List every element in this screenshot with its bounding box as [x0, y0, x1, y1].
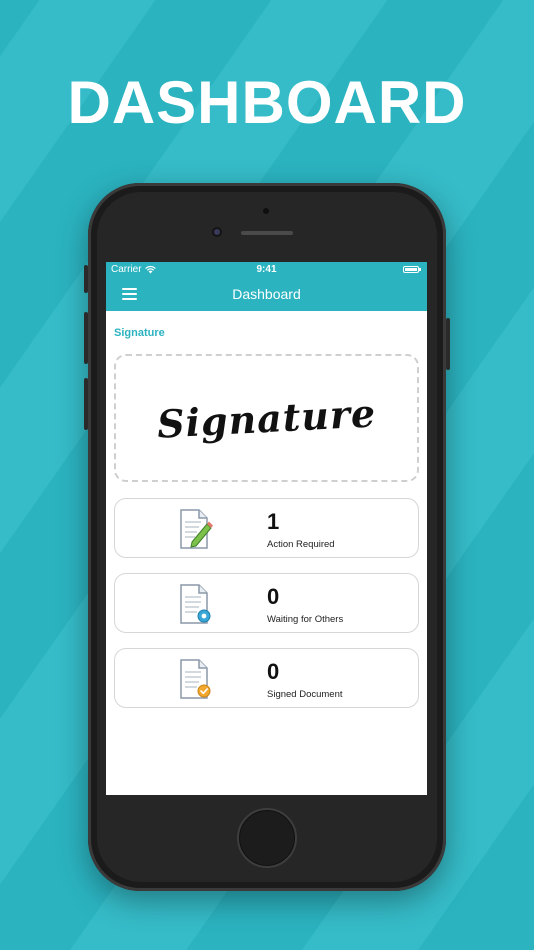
mute-switch — [84, 265, 88, 293]
volume-down-button — [84, 378, 88, 430]
proximity-sensor — [263, 208, 269, 214]
document-gear-icon — [180, 584, 211, 624]
status-bar: Carrier 9:41 — [106, 262, 427, 278]
waiting-for-others-label: Waiting for Others — [267, 614, 344, 625]
action-required-count: 1 — [267, 509, 280, 534]
waiting-for-others-card[interactable]: 0 Waiting for Others — [114, 573, 419, 633]
promo-headline: DASHBOARD — [67, 69, 467, 136]
action-required-card[interactable]: 1 Action Required — [114, 498, 419, 558]
front-camera — [212, 227, 222, 237]
signed-document-label: Signed Document — [267, 689, 343, 700]
signature-preview: Signature — [155, 389, 378, 447]
document-pen-icon — [180, 509, 213, 549]
status-time: 9:41 — [256, 264, 277, 275]
navigation-bar: Dashboard — [106, 278, 427, 311]
signature-section-title: Signature — [114, 327, 165, 339]
app-screen: Carrier 9:41 Dashboard Signature Signatu… — [106, 262, 427, 795]
home-button[interactable] — [237, 808, 297, 868]
volume-up-button — [84, 312, 88, 364]
earpiece-speaker — [241, 231, 293, 235]
page-title: Dashboard — [232, 286, 301, 302]
battery-icon — [403, 266, 421, 273]
signed-document-card[interactable]: 0 Signed Document — [114, 648, 419, 708]
waiting-for-others-count: 0 — [267, 584, 280, 609]
signed-document-count: 0 — [267, 659, 280, 684]
action-required-label: Action Required — [267, 539, 335, 550]
document-check-icon — [180, 659, 211, 699]
power-button — [446, 318, 450, 370]
signature-pad[interactable]: Signature — [114, 354, 419, 482]
